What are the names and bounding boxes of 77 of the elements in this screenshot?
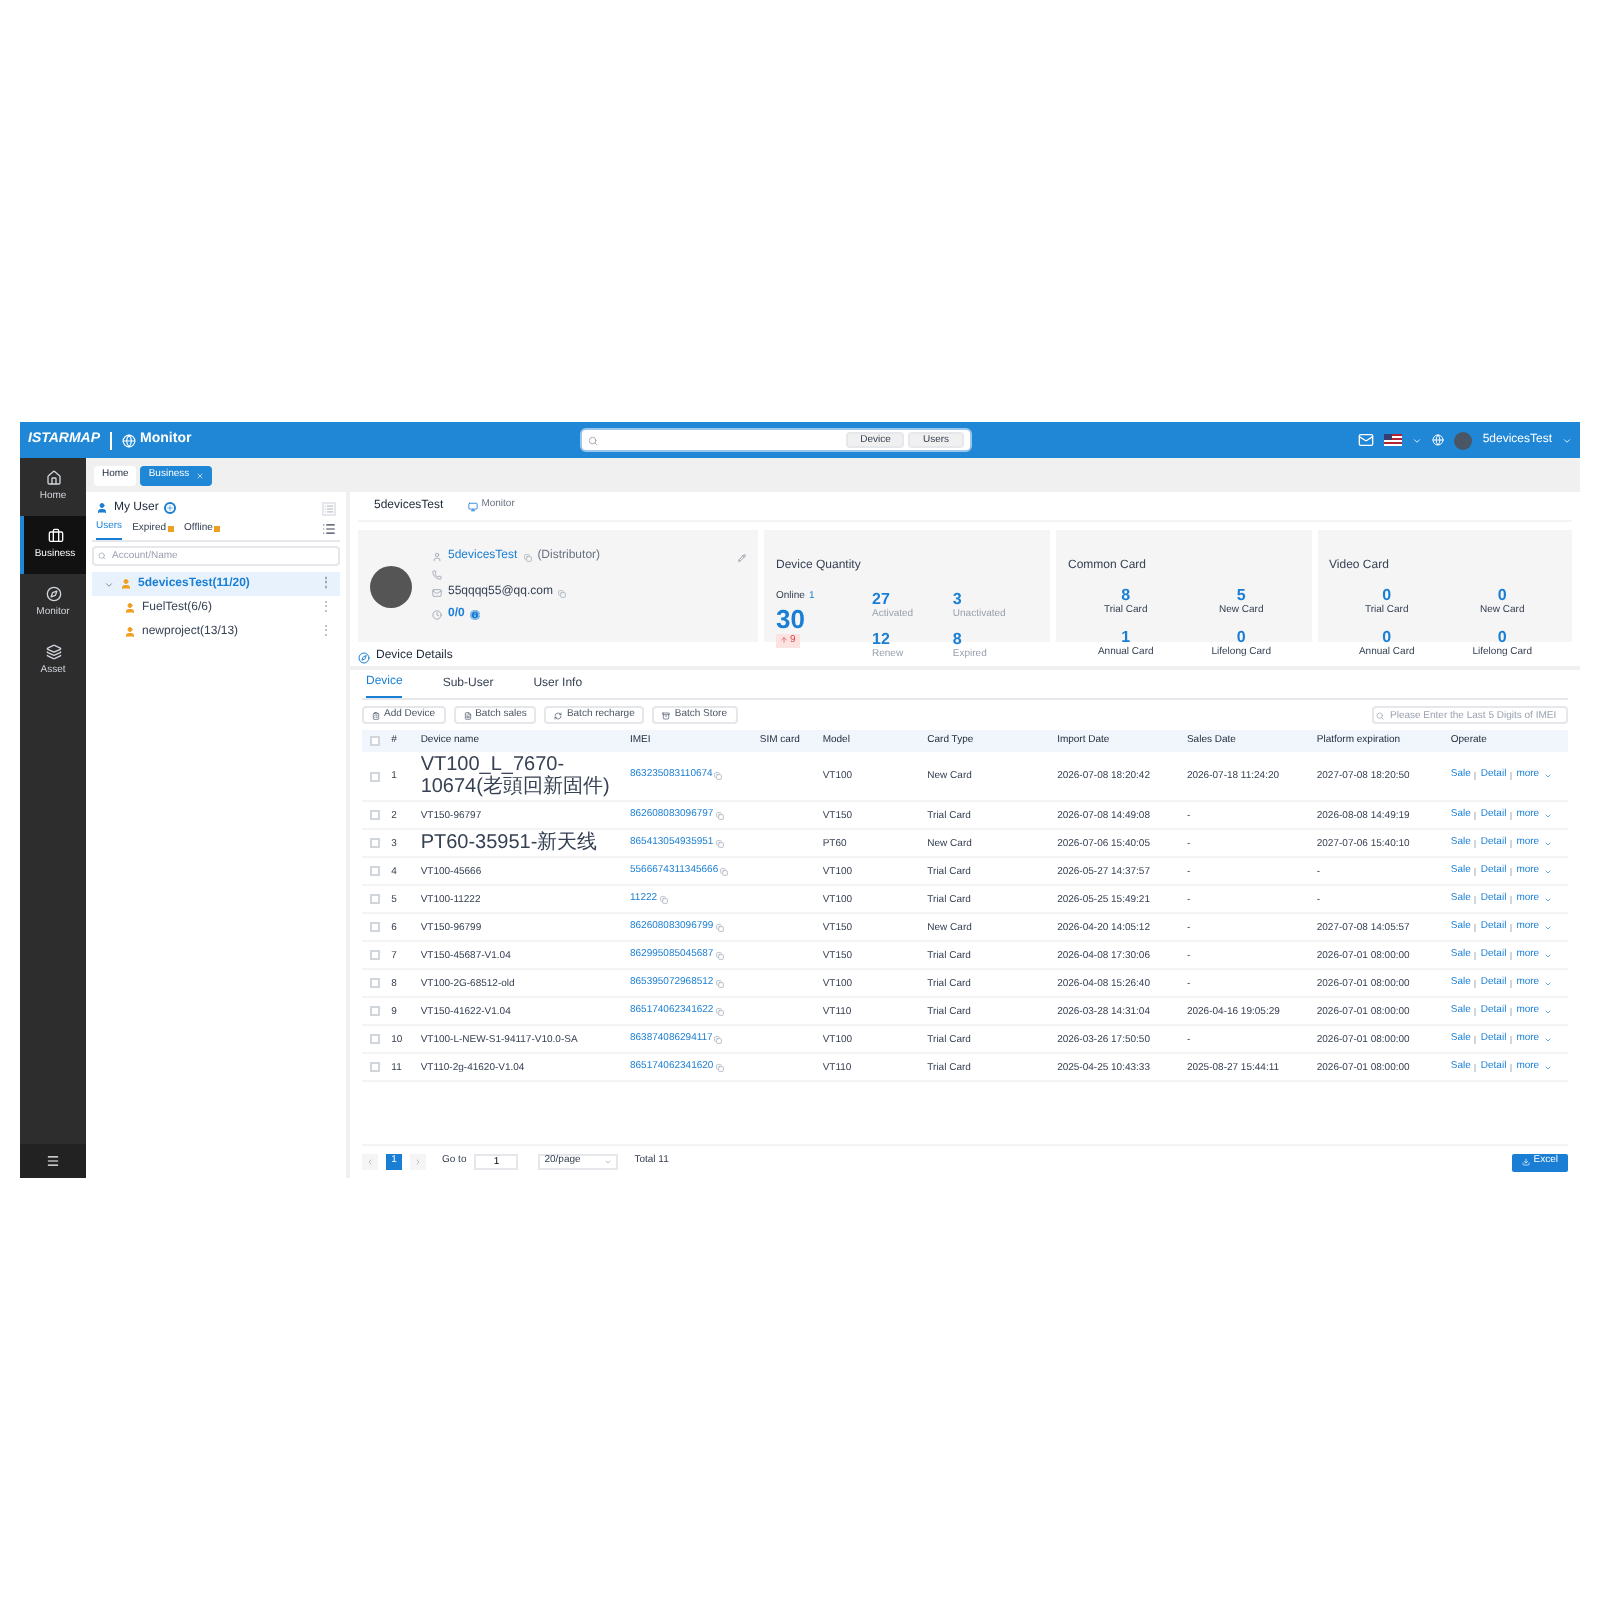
copy-icon[interactable]: [715, 951, 724, 959]
clipboard-icon: [372, 711, 380, 719]
info-icon[interactable]: [470, 610, 481, 620]
total-count: 30: [776, 605, 807, 633]
copy-icon[interactable]: [715, 811, 724, 819]
compass-icon: [358, 651, 370, 663]
copy-icon[interactable]: [715, 839, 724, 847]
menu-icon[interactable]: [46, 1154, 60, 1168]
refresh-icon: [554, 711, 563, 719]
row-checkbox[interactable]: [370, 978, 380, 988]
select-all-checkbox[interactable]: [370, 736, 380, 746]
collapse-icon[interactable]: [322, 501, 336, 515]
clock-icon: [432, 610, 442, 620]
add-icon[interactable]: [164, 502, 177, 514]
stat-value: 0: [1236, 627, 1246, 645]
row-checkbox[interactable]: [370, 771, 380, 781]
globe-icon: [122, 433, 137, 447]
phone-icon: [432, 570, 442, 580]
table-cell-text: VT100_L_7670-10674(老頭回新固件): [420, 754, 612, 798]
search-icon: [587, 435, 598, 445]
row-checkbox[interactable]: [370, 922, 380, 932]
copy-icon[interactable]: [715, 1007, 724, 1015]
briefcase-icon: [47, 527, 63, 544]
copy-icon[interactable]: [714, 1035, 723, 1043]
layers-icon: [45, 643, 61, 660]
copy-icon[interactable]: [558, 589, 567, 597]
next-page-button[interactable]: [410, 1154, 426, 1170]
list-view-icon[interactable]: [322, 522, 336, 536]
stat-value: 0: [1382, 627, 1392, 645]
stat-value: 27: [872, 590, 892, 608]
search-icon: [98, 552, 106, 560]
copy-icon[interactable]: [659, 895, 668, 903]
copy-icon[interactable]: [715, 923, 724, 931]
row-checkbox[interactable]: [370, 894, 380, 904]
mail-icon: [432, 588, 442, 598]
compass-icon: [45, 585, 61, 602]
row-checkbox[interactable]: [370, 838, 380, 848]
home-icon: [45, 469, 61, 486]
us-flag-icon[interactable]: [1384, 434, 1403, 446]
copy-icon[interactable]: [715, 1063, 724, 1071]
monitor-icon: [467, 501, 478, 511]
stat-value: 0: [1497, 627, 1507, 645]
stat-value: 3: [952, 590, 964, 608]
search-icon: [1376, 711, 1384, 719]
edit-icon[interactable]: [738, 553, 746, 561]
row-checkbox[interactable]: [370, 950, 380, 960]
copy-icon[interactable]: [720, 867, 729, 875]
copy-icon[interactable]: [714, 772, 723, 780]
user-icon: [96, 502, 108, 514]
avatar[interactable]: [1454, 431, 1473, 449]
row-checkbox[interactable]: [370, 1006, 380, 1016]
user-icon: [120, 578, 132, 590]
stat-value: 0: [1497, 586, 1507, 604]
user-icon: [124, 626, 136, 638]
copy-icon[interactable]: [523, 553, 532, 561]
user-icon: [432, 552, 442, 562]
stat-value: 0: [1382, 586, 1392, 604]
archive-icon: [662, 711, 671, 719]
row-checkbox[interactable]: [370, 1062, 380, 1072]
avatar: [370, 565, 412, 607]
stat-value: 8: [952, 629, 964, 647]
user-icon: [124, 602, 136, 614]
copy-icon[interactable]: [715, 979, 724, 987]
row-checkbox[interactable]: [370, 1034, 380, 1044]
document-icon: [463, 711, 472, 719]
previous-page-button[interactable]: [362, 1154, 378, 1170]
stat-value: 12: [872, 629, 892, 647]
table-cell-text: PT60-35951-新天线: [420, 832, 600, 854]
stat-value: 1: [1121, 627, 1131, 645]
caret-icon[interactable]: [104, 579, 114, 589]
download-icon: [1521, 1158, 1530, 1166]
row-checkbox[interactable]: [370, 810, 380, 820]
mail-icon[interactable]: [1358, 432, 1375, 448]
row-checkbox[interactable]: [370, 866, 380, 876]
stat-value: 5: [1236, 586, 1246, 604]
arrow-up-icon: [780, 636, 788, 645]
stat-value: 8: [1121, 586, 1131, 604]
